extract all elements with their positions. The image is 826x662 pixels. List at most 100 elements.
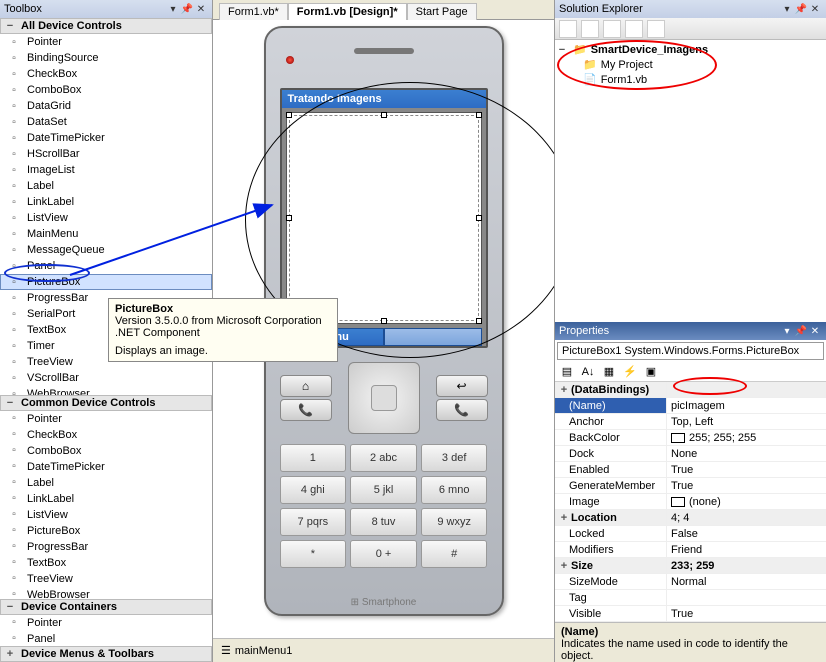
property-row[interactable]: +(DataBindings) [555,382,826,398]
sol-tool[interactable] [625,20,643,38]
toolbox-item-vscrollbar[interactable]: ▫VScrollBar [0,370,212,386]
resize-handle[interactable] [476,318,482,324]
property-value[interactable]: 255; 255; 255 [667,430,826,445]
toolbox-item-webbrowser[interactable]: ▫WebBrowser [0,587,212,599]
expander-icon[interactable]: + [559,560,569,572]
expander-icon[interactable]: + [559,512,569,524]
toolbox-item-panel[interactable]: ▫Panel [0,631,212,646]
property-grid[interactable]: +(DataBindings)(Name)picImagemAnchorTop,… [555,382,826,622]
resize-handle[interactable] [381,318,387,324]
properties-icon[interactable]: ▦ [600,364,618,380]
property-row[interactable]: BackColor255; 255; 255 [555,430,826,446]
solution-tree[interactable]: − 📁 SmartDevice_Imagens 📁 My Project 📄 F… [555,40,826,322]
home-button[interactable]: ⌂ [280,375,332,397]
sol-tool[interactable] [603,20,621,38]
call-button[interactable]: 📞 [280,399,332,421]
toolbox-item-label[interactable]: ▫Label [0,475,212,491]
sol-tool[interactable] [647,20,665,38]
property-row[interactable]: +Size233; 259 [555,558,826,574]
picturebox-selection[interactable] [289,115,479,321]
keypad-key[interactable]: * [280,540,347,568]
property-value[interactable]: 233; 259 [667,558,826,573]
toolbox-pin-icon[interactable]: 📌 [180,4,194,15]
expander-icon[interactable]: − [5,20,15,32]
toolbox-item-hscrollbar[interactable]: ▫HScrollBar [0,146,212,162]
panel-dropdown-icon[interactable]: ▾ [780,326,794,337]
toolbox-dropdown-icon[interactable]: ▾ [166,4,180,15]
keypad-key[interactable]: 1 [280,444,347,472]
toolbox-item-picturebox[interactable]: ▫PictureBox [0,274,212,290]
property-row[interactable]: DockNone [555,446,826,462]
alphabetical-icon[interactable]: A↓ [579,364,597,380]
resize-handle[interactable] [381,112,387,118]
dpad[interactable] [348,362,420,434]
keypad-key[interactable]: # [421,540,488,568]
resize-handle[interactable] [286,112,292,118]
property-value[interactable] [667,382,826,397]
toolbox-item-dataset[interactable]: ▫DataSet [0,114,212,130]
toolbox-item-mainmenu[interactable]: ▫MainMenu [0,226,212,242]
keypad-key[interactable]: 8 tuv [350,508,417,536]
toolbox-item-combobox[interactable]: ▫ComboBox [0,443,212,459]
form-canvas[interactable] [286,112,482,324]
doc-tab[interactable]: Start Page [407,3,477,20]
toolbox-item-listview[interactable]: ▫ListView [0,507,212,523]
panel-pin-icon[interactable]: 📌 [794,4,808,15]
property-row[interactable]: Tag [555,590,826,606]
softkey-right[interactable] [384,328,482,346]
keypad-key[interactable]: 6 mno [421,476,488,504]
sol-tool[interactable] [581,20,599,38]
keypad-key[interactable]: 7 pqrs [280,508,347,536]
property-value[interactable]: Top, Left [667,414,826,429]
toolbox-section-header[interactable]: −Device Containers [0,599,212,615]
resize-handle[interactable] [476,215,482,221]
component-tray[interactable]: ☰ mainMenu1 [213,638,554,662]
expander-icon[interactable]: − [557,44,567,56]
toolbox-item-picturebox[interactable]: ▫PictureBox [0,523,212,539]
panel-pin-icon[interactable]: 📌 [794,326,808,337]
property-row[interactable]: VisibleTrue [555,606,826,622]
toolbox-section-header[interactable]: −Common Device Controls [0,395,212,411]
panel-dropdown-icon[interactable]: ▾ [780,4,794,15]
toolbox-item-checkbox[interactable]: ▫CheckBox [0,427,212,443]
property-row[interactable]: LockedFalse [555,526,826,542]
toolbox-item-progressbar[interactable]: ▫ProgressBar [0,539,212,555]
property-row[interactable]: +Location4; 4 [555,510,826,526]
property-value[interactable]: 4; 4 [667,510,826,525]
toolbox-item-linklabel[interactable]: ▫LinkLabel [0,194,212,210]
property-value[interactable]: picImagem [667,398,826,413]
toolbox-item-label[interactable]: ▫Label [0,178,212,194]
property-row[interactable]: SizeModeNormal [555,574,826,590]
tree-item[interactable]: 📄 Form1.vb [557,72,824,87]
tree-item[interactable]: 📁 My Project [557,57,824,72]
sol-tool[interactable] [559,20,577,38]
expander-icon[interactable]: − [5,601,15,613]
toolbox-item-datetimepicker[interactable]: ▫DateTimePicker [0,130,212,146]
keypad-key[interactable]: 4 ghi [280,476,347,504]
toolbox-item-messagequeue[interactable]: ▫MessageQueue [0,242,212,258]
close-icon[interactable]: ✕ [808,326,822,337]
keypad-key[interactable]: 5 jkl [350,476,417,504]
toolbox-item-combobox[interactable]: ▫ComboBox [0,82,212,98]
property-row[interactable]: ModifiersFriend [555,542,826,558]
property-value[interactable]: Normal [667,574,826,589]
property-row[interactable]: (Name)picImagem [555,398,826,414]
toolbox-item-linklabel[interactable]: ▫LinkLabel [0,491,212,507]
toolbox-item-webbrowser[interactable]: ▫WebBrowser [0,386,212,395]
resize-handle[interactable] [286,215,292,221]
doc-tab[interactable]: Form1.vb [Design]* [288,3,407,20]
property-value[interactable]: True [667,478,826,493]
properties-object-selector[interactable]: PictureBox1 System.Windows.Forms.Picture… [557,342,824,360]
toolbox-item-treeview[interactable]: ▫TreeView [0,571,212,587]
keypad-key[interactable]: 9 wxyz [421,508,488,536]
property-row[interactable]: AnchorTop, Left [555,414,826,430]
property-row[interactable]: Image(none) [555,494,826,510]
keypad-key[interactable]: 2 abc [350,444,417,472]
property-value[interactable]: None [667,446,826,461]
doc-tab[interactable]: Form1.vb* [219,3,288,20]
expander-icon[interactable]: − [5,397,15,409]
property-row[interactable]: EnabledTrue [555,462,826,478]
toolbox-item-pointer[interactable]: ▫Pointer [0,411,212,427]
toolbox-item-textbox[interactable]: ▫TextBox [0,555,212,571]
toolbox-item-pointer[interactable]: ▫Pointer [0,615,212,631]
